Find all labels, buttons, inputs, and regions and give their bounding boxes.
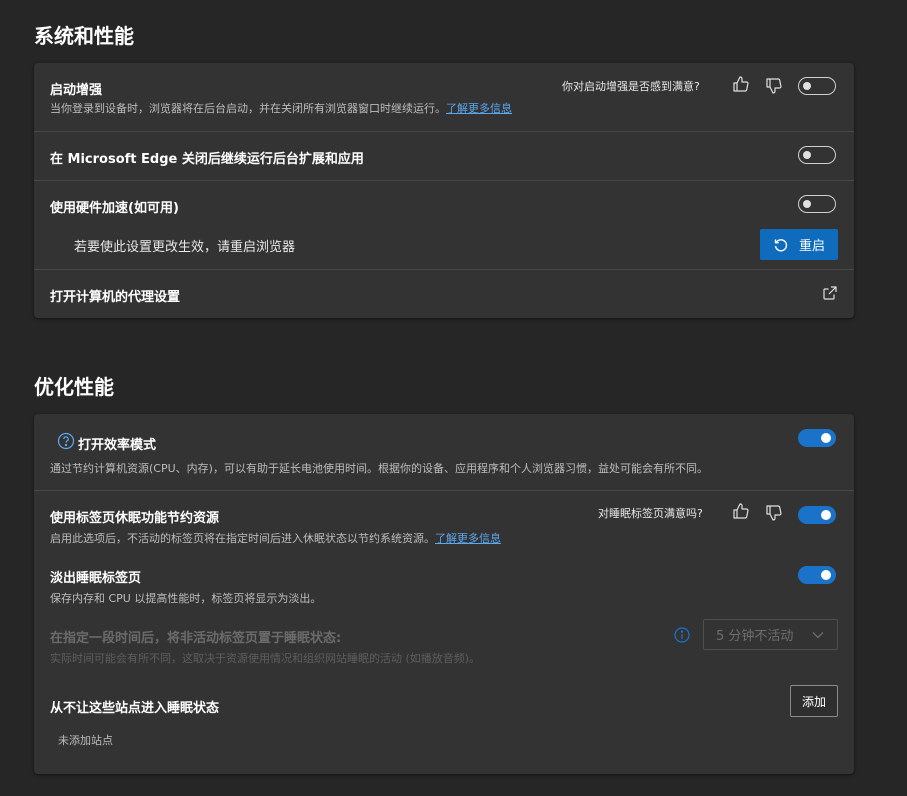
sleep-after-title: 在指定一段时间后，将非活动标签页置于睡眠状态: (50, 631, 342, 646)
info-icon[interactable] (674, 627, 690, 643)
hardware-accel-title: 使用硬件加速(如可用) (50, 201, 179, 216)
help-circle-icon[interactable] (57, 432, 75, 450)
restart-note: 若要使此设置更改生效，请重启浏览器 (74, 240, 296, 255)
divider (34, 180, 854, 181)
sleep-timeout-value: 5 分钟不活动 (716, 629, 794, 644)
proxy-settings-title[interactable]: 打开计算机的代理设置 (50, 286, 180, 305)
sleeping-tabs-desc-text: 启用此选项后，不活动的标签页将在指定时间后进入休眠状态以节约系统资源。 (50, 532, 435, 545)
startup-boost-desc: 当你登录到设备时，浏览器将在后台启动，并在关闭所有浏览器窗口时继续运行。了解更多… (50, 100, 512, 116)
startup-boost-learn-more-link[interactable]: 了解更多信息 (446, 102, 512, 115)
sleeping-tabs-toggle[interactable] (798, 506, 836, 524)
restart-icon (774, 238, 788, 251)
efficiency-mode-toggle[interactable] (798, 429, 836, 447)
efficiency-mode-desc: 通过节约计算机资源(CPU、内存)，可以有助于延长电池使用时间。根据你的设备、应… (50, 462, 708, 475)
divider (34, 490, 854, 491)
hardware-accel-toggle[interactable] (798, 195, 836, 213)
fade-tabs-toggle[interactable] (798, 566, 836, 584)
restart-label: 重启 (798, 239, 825, 254)
thumbs-up-icon[interactable] (732, 502, 750, 520)
thumbs-up-icon[interactable] (732, 75, 750, 93)
sleep-timeout-select[interactable]: 5 分钟不活动 (703, 619, 838, 650)
background-apps-title: 在 Microsoft Edge 关闭后继续运行后台扩展和应用 (50, 152, 364, 167)
fade-tabs-title: 淡出睡眠标签页 (50, 571, 142, 586)
startup-boost-toggle[interactable] (798, 77, 836, 95)
optimize-performance-card: 打开效率模式 通过节约计算机资源(CPU、内存)，可以有助于延长电池使用时间。根… (34, 414, 854, 774)
fade-tabs-desc: 保存内存和 CPU 以提高性能时，标签页将显示为淡出。 (50, 592, 322, 605)
sleeping-tabs-learn-more-link[interactable]: 了解更多信息 (435, 532, 501, 545)
sleeping-tabs-feedback-question: 对睡眠标签页满意吗? (598, 507, 703, 520)
startup-boost-title: 启动增强 (50, 83, 103, 98)
thumbs-down-icon[interactable] (765, 77, 783, 95)
never-sleep-title: 从不让这些站点进入睡眠状态 (50, 701, 220, 716)
section-title-performance: 优化性能 (34, 375, 114, 399)
startup-boost-feedback-question: 你对启动增强是否感到满意? (562, 80, 700, 93)
section-title-system: 系统和性能 (34, 24, 134, 48)
background-apps-toggle[interactable] (798, 146, 836, 164)
thumbs-down-icon[interactable] (765, 504, 783, 522)
no-sites-text: 未添加站点 (58, 734, 113, 747)
chevron-down-icon (812, 631, 824, 638)
divider (34, 269, 854, 270)
sleeping-tabs-desc: 启用此选项后，不活动的标签页将在指定时间后进入休眠状态以节约系统资源。了解更多信… (50, 530, 501, 546)
sleeping-tabs-title: 使用标签页休眠功能节约资源 (50, 511, 220, 526)
restart-button[interactable]: 重启 (760, 229, 838, 260)
efficiency-mode-title: 打开效率模式 (78, 438, 157, 453)
add-site-button[interactable]: 添加 (790, 685, 838, 717)
system-performance-card: 启动增强 当你登录到设备时，浏览器将在后台启动，并在关闭所有浏览器窗口时继续运行… (34, 63, 854, 318)
divider (34, 131, 854, 132)
startup-boost-desc-text: 当你登录到设备时，浏览器将在后台启动，并在关闭所有浏览器窗口时继续运行。 (50, 102, 446, 115)
sleep-after-desc: 实际时间可能会有所不同，这取决于资源使用情况和组织网站睡眠的活动 (如播放音频)… (50, 652, 481, 665)
external-link-icon[interactable] (822, 285, 838, 301)
